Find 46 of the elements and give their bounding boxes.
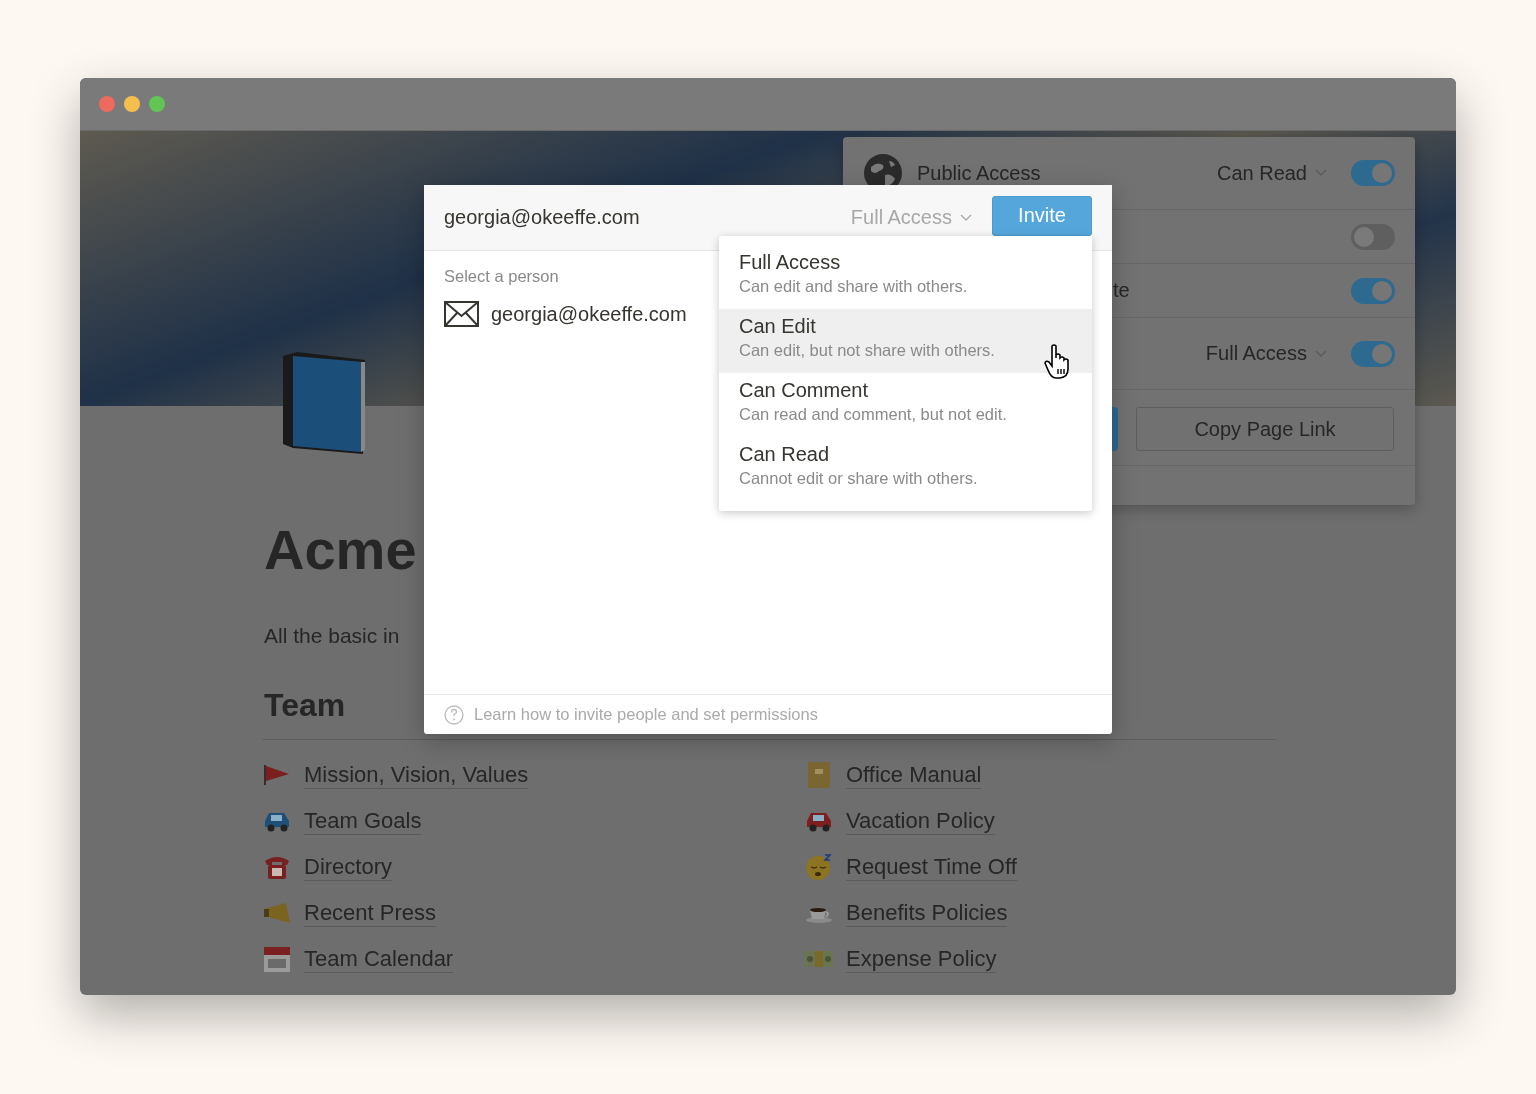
- envelope-icon: [444, 301, 479, 327]
- permission-dropdown[interactable]: Full Access: [850, 206, 972, 229]
- telephone-icon: [262, 854, 292, 880]
- email-field[interactable]: georgia@okeeffe.com: [444, 206, 831, 229]
- page-link[interactable]: Mission, Vision, Values: [304, 761, 529, 789]
- page-link[interactable]: Vacation Policy: [846, 807, 995, 835]
- page-link[interactable]: Recent Press: [304, 899, 437, 927]
- page-link[interactable]: Office Manual: [846, 761, 982, 789]
- page-link[interactable]: Expense Policy: [846, 945, 997, 973]
- row-label: te: [1113, 279, 1130, 302]
- page-title: Acme: [264, 518, 417, 582]
- row-label: Public Access: [917, 161, 1041, 185]
- invite-button[interactable]: Invite: [992, 195, 1092, 236]
- permission-dropdown[interactable]: Full Access: [1205, 342, 1337, 365]
- chevron-down-icon: [960, 213, 972, 222]
- sleepy-face-icon: [804, 853, 834, 881]
- permission-option[interactable]: Can Comment Can read and comment, but not edit.: [719, 373, 1092, 437]
- page-link[interactable]: Team Goals: [304, 807, 422, 835]
- banknote-icon: [804, 948, 834, 970]
- page-link[interactable]: Benefits Policies: [846, 899, 1008, 927]
- zoom-button[interactable]: [149, 96, 165, 112]
- copy-link-button[interactable]: Copy Page Link: [1136, 407, 1394, 451]
- section-heading: Team: [264, 686, 346, 725]
- page-link[interactable]: Directory: [304, 853, 392, 881]
- page-link[interactable]: Request Time Off: [846, 853, 1017, 881]
- calendar-icon: [262, 945, 292, 973]
- help-icon: [444, 704, 464, 725]
- chevron-down-icon: [1315, 169, 1327, 177]
- toggle-switch[interactable]: [1351, 340, 1395, 367]
- help-link[interactable]: Learn how to invite people and set permissions: [474, 705, 818, 724]
- permission-option[interactable]: Can Edit Can edit, but not share with others.: [719, 309, 1092, 373]
- minimize-button[interactable]: [124, 96, 140, 112]
- permission-option[interactable]: Can Read Cannot edit or share with others.: [719, 437, 1092, 501]
- car-icon: [804, 810, 834, 832]
- page-link[interactable]: Team Calendar: [304, 945, 454, 973]
- permission-dropdown[interactable]: Can Read: [1216, 161, 1337, 185]
- toggle-switch[interactable]: [1351, 160, 1395, 186]
- close-button[interactable]: [99, 96, 115, 112]
- toggle-switch[interactable]: [1351, 277, 1395, 304]
- toggle-switch[interactable]: [1351, 223, 1395, 250]
- chevron-down-icon: [1315, 349, 1327, 358]
- person-suggestion[interactable]: georgia@okeeffe.com: [491, 302, 687, 326]
- car-icon: [262, 810, 292, 832]
- permission-option[interactable]: Full Access Can edit and share with others.: [719, 245, 1092, 309]
- page-description: All the basic in: [264, 623, 400, 649]
- megaphone-icon: [262, 901, 292, 925]
